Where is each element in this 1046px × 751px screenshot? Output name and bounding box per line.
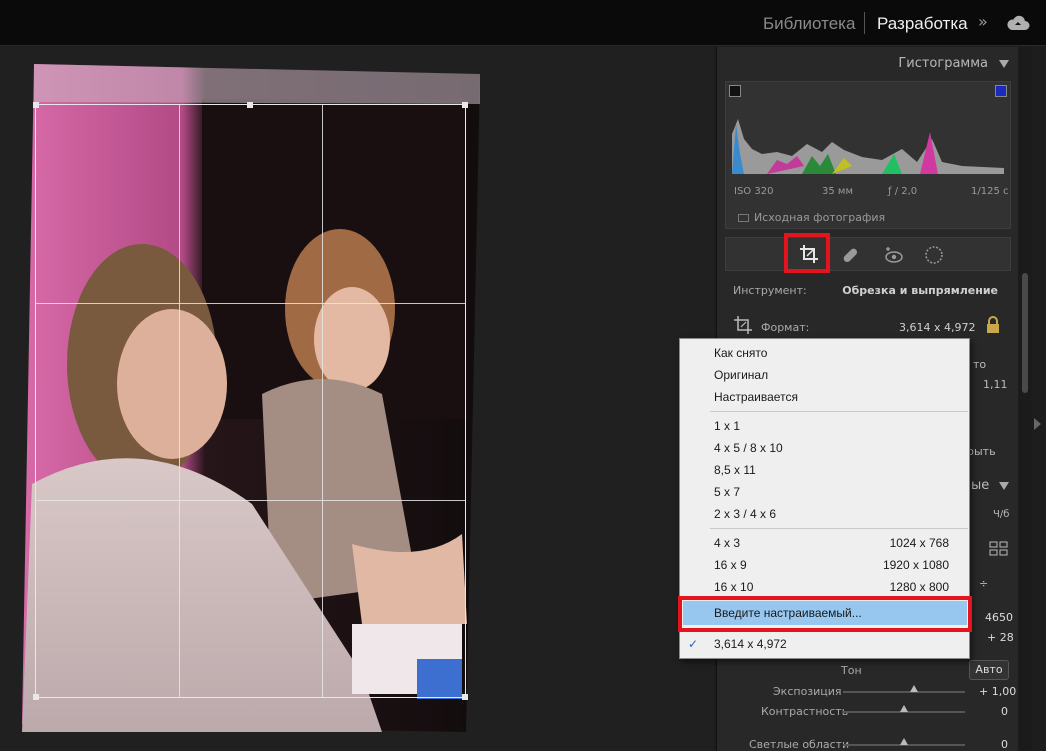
format-value[interactable]: 3,614 x 4,972 <box>899 321 975 334</box>
crop-handle-top-right[interactable] <box>462 102 468 108</box>
auto-tone-button[interactable]: Авто <box>969 660 1009 680</box>
exposure-label: Экспозиция <box>773 685 842 698</box>
enter-custom-highlight-box <box>678 596 972 632</box>
histogram-header[interactable]: Гистограмма <box>717 47 1018 77</box>
tool-value: Обрезка и выпрямление <box>842 284 998 297</box>
crop-grid-line <box>322 105 323 697</box>
contrast-value[interactable]: 0 <box>1001 705 1008 718</box>
tone-label: Тон <box>841 664 862 677</box>
histogram-title: Гистограмма <box>898 56 988 71</box>
menu-item-4x3[interactable]: 4 x 3 <box>714 534 740 552</box>
exposure-slider-thumb[interactable] <box>910 685 918 692</box>
auto-straighten-button[interactable]: то <box>973 358 986 371</box>
histogram-graph <box>732 119 1004 174</box>
menu-separator <box>710 411 968 412</box>
menu-item-16x9-size: 1920 x 1080 <box>882 558 949 572</box>
menu-item-current-ratio[interactable]: 3,614 x 4,972 <box>714 635 787 653</box>
menu-separator <box>710 528 968 529</box>
crop-grid-line <box>36 500 465 501</box>
exposure-value[interactable]: + 1,00 <box>979 685 1016 698</box>
histogram: ISO 320 35 мм ƒ / 2,0 1/125 с Исходная ф… <box>725 81 1011 229</box>
module-separator <box>864 12 865 34</box>
highlights-label: Светлые области <box>749 738 850 751</box>
spot-removal-icon[interactable] <box>838 243 862 267</box>
more-modules-icon[interactable]: » <box>978 12 988 31</box>
tint-value[interactable]: + 28 <box>987 631 1014 644</box>
original-photo-label: Исходная фотография <box>754 211 886 224</box>
menu-item-8-5x11[interactable]: 8,5 x 11 <box>714 461 756 479</box>
module-develop-tab[interactable]: Разработка <box>877 14 968 34</box>
menu-item-2x3[interactable]: 2 x 3 / 4 x 6 <box>714 505 776 523</box>
menu-item-4x5[interactable]: 4 x 5 / 8 x 10 <box>714 439 783 457</box>
crop-handle-top-left[interactable] <box>33 102 39 108</box>
highlights-value[interactable]: 0 <box>1001 738 1008 751</box>
contrast-slider-thumb[interactable] <box>900 705 908 712</box>
focal-length-value: 35 мм <box>822 186 853 197</box>
panel-scrollbar[interactable] <box>1018 47 1032 751</box>
tool-label: Инструмент: <box>733 284 807 297</box>
basic-collapse-triangle-icon[interactable] <box>999 482 1009 490</box>
crop-grid-line <box>179 105 180 697</box>
collapse-triangle-icon[interactable] <box>999 60 1009 68</box>
profile-browser-icon[interactable] <box>989 541 1009 557</box>
menu-item-16x10-size: 1280 x 800 <box>889 580 949 594</box>
highlights-slider-thumb[interactable] <box>900 738 908 745</box>
menu-item-custom[interactable]: Настраивается <box>714 388 798 406</box>
crop-tool-highlight <box>784 233 830 273</box>
crop-handle-bottom-right[interactable] <box>462 694 468 700</box>
crop-handle-bottom-left[interactable] <box>33 694 39 700</box>
basic-panel-title: ые <box>971 478 990 493</box>
exposure-slider[interactable] <box>843 691 965 693</box>
menu-item-4x3-size: 1024 x 768 <box>889 536 949 550</box>
crop-frame-tool-icon[interactable] <box>733 315 753 335</box>
panel-toggle-arrow-icon[interactable] <box>1034 418 1041 430</box>
radial-filter-icon[interactable] <box>922 243 946 267</box>
original-photo-checkbox[interactable] <box>738 214 749 222</box>
iso-value: ISO 320 <box>734 186 774 197</box>
aperture-value: ƒ / 2,0 <box>888 186 918 197</box>
cloud-sync-icon[interactable] <box>1006 14 1030 32</box>
menu-item-as-shot[interactable]: Как снято <box>714 344 767 362</box>
contrast-label: Контрастность <box>761 705 849 718</box>
crop-handle-top[interactable] <box>247 102 253 108</box>
temperature-value[interactable]: 4650 <box>985 611 1013 624</box>
scrollbar-thumb[interactable] <box>1022 273 1028 393</box>
module-library-tab[interactable]: Библиотека <box>763 14 855 34</box>
tool-strip <box>725 237 1011 271</box>
crop-grid-line <box>36 303 465 304</box>
checkmark-icon: ✓ <box>688 637 699 651</box>
menu-item-16x10[interactable]: 16 x 10 <box>714 578 753 596</box>
bw-treatment-button[interactable]: Ч/б <box>993 509 1009 520</box>
wb-dropdown-arrow[interactable]: ÷ <box>979 577 988 590</box>
menu-item-1x1[interactable]: 1 x 1 <box>714 417 740 435</box>
lock-icon[interactable] <box>985 315 1001 335</box>
red-eye-icon[interactable] <box>882 243 906 267</box>
menu-item-5x7[interactable]: 5 x 7 <box>714 483 740 501</box>
module-bar: Библиотека Разработка » <box>0 0 1046 46</box>
crop-frame[interactable] <box>33 102 468 700</box>
format-label: Формат: <box>761 321 810 334</box>
angle-value: 1,11 <box>983 378 1008 391</box>
menu-item-original[interactable]: Оригинал <box>714 366 768 384</box>
close-button[interactable]: рыть <box>967 445 996 458</box>
menu-item-16x9[interactable]: 16 x 9 <box>714 556 747 574</box>
shutter-value: 1/125 с <box>971 186 1009 197</box>
